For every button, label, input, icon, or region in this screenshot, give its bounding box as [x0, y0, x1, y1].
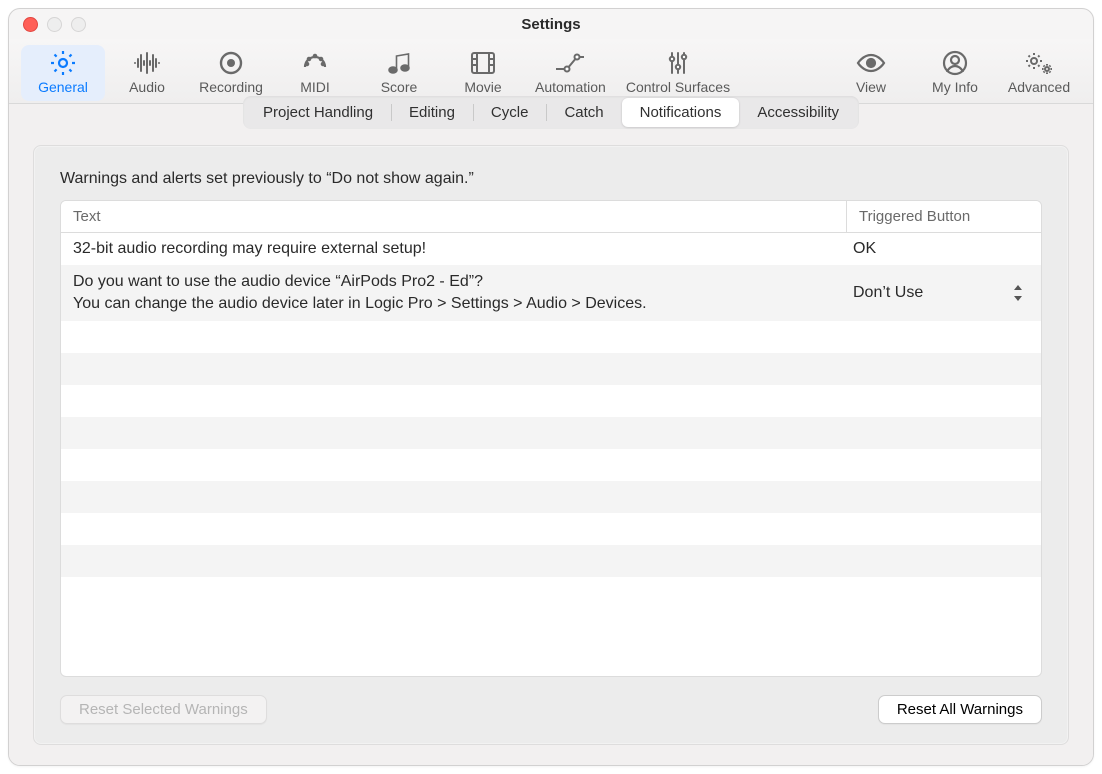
zoom-window-button[interactable] — [71, 17, 86, 32]
table-row — [61, 353, 1041, 385]
toolbar-item-label: Advanced — [1008, 79, 1070, 95]
general-subtabs: Project Handling Editing Cycle Catch Not… — [243, 96, 859, 129]
toolbar-item-general[interactable]: General — [21, 45, 105, 101]
waveform-icon — [130, 49, 164, 77]
toolbar-item-recording[interactable]: Recording — [189, 45, 273, 101]
table-row[interactable]: 32-bit audio recording may require exter… — [61, 233, 1041, 265]
toolbar-item-midi[interactable]: MIDI — [273, 45, 357, 101]
toolbar-item-label: Automation — [535, 79, 606, 95]
window-controls — [23, 17, 86, 32]
subtab-editing[interactable]: Editing — [391, 98, 473, 127]
toolbar-item-label: MIDI — [300, 79, 330, 95]
automation-icon — [553, 49, 587, 77]
toolbar-item-label: General — [38, 79, 88, 95]
double-gear-icon — [1022, 49, 1056, 77]
table-row — [61, 545, 1041, 577]
midi-icon — [298, 49, 332, 77]
gear-icon — [46, 49, 80, 77]
film-icon — [466, 49, 500, 77]
reset-selected-warnings-button[interactable]: Reset Selected Warnings — [60, 695, 267, 724]
titlebar: Settings — [9, 9, 1093, 39]
panel-description: Warnings and alerts set previously to “D… — [60, 170, 1042, 188]
triggered-button-cell: OK — [841, 235, 1041, 263]
subtab-cycle[interactable]: Cycle — [473, 98, 547, 127]
triggered-button-value: OK — [853, 240, 876, 258]
table-row — [61, 417, 1041, 449]
table-row — [61, 321, 1041, 353]
table-row[interactable]: Do you want to use the audio device “Air… — [61, 265, 1041, 321]
toolbar-item-label: Score — [381, 79, 418, 95]
music-note-icon — [382, 49, 416, 77]
sliders-icon — [661, 49, 695, 77]
toolbar-item-label: My Info — [932, 79, 978, 95]
toolbar-item-score[interactable]: Score — [357, 45, 441, 101]
table-row — [61, 449, 1041, 481]
triggered-button-popup[interactable]: Don’t Use — [841, 279, 1041, 307]
close-window-button[interactable] — [23, 17, 38, 32]
table-row — [61, 513, 1041, 545]
toolbar-item-label: Audio — [129, 79, 165, 95]
subtab-project-handling[interactable]: Project Handling — [245, 98, 391, 127]
toolbar-item-automation[interactable]: Automation — [525, 45, 616, 101]
table-row — [61, 385, 1041, 417]
settings-window: Settings General Audio — [8, 8, 1094, 766]
toolbar-item-movie[interactable]: Movie — [441, 45, 525, 101]
reset-all-warnings-button[interactable]: Reset All Warnings — [878, 695, 1042, 724]
subtab-accessibility[interactable]: Accessibility — [739, 98, 857, 127]
suppressed-warnings-table[interactable]: Text Triggered Button 32-bit audio recor… — [60, 200, 1042, 677]
toolbar-item-label: Recording — [199, 79, 263, 95]
toolbar-item-my-info[interactable]: My Info — [913, 45, 997, 101]
panel-buttons: Reset Selected Warnings Reset All Warnin… — [60, 695, 1042, 724]
column-header-triggered-button[interactable]: Triggered Button — [846, 201, 1041, 232]
warning-text: 32-bit audio recording may require exter… — [61, 233, 841, 265]
toolbar-item-control-surfaces[interactable]: Control Surfaces — [616, 45, 740, 101]
minimize-window-button[interactable] — [47, 17, 62, 32]
preferences-body: Project Handling Editing Cycle Catch Not… — [9, 104, 1093, 765]
triggered-button-value: Don’t Use — [853, 284, 923, 302]
table-body: 32-bit audio recording may require exter… — [61, 233, 1041, 676]
user-icon — [938, 49, 972, 77]
column-header-text[interactable]: Text — [61, 201, 846, 232]
eye-icon — [854, 49, 888, 77]
toolbar-item-view[interactable]: View — [829, 45, 913, 101]
toolbar-item-advanced[interactable]: Advanced — [997, 45, 1081, 101]
toolbar-item-label: View — [856, 79, 886, 95]
toolbar-item-label: Movie — [464, 79, 501, 95]
subtab-notifications[interactable]: Notifications — [622, 98, 740, 127]
record-icon — [214, 49, 248, 77]
warning-text: Do you want to use the audio device “Air… — [61, 266, 841, 319]
subtab-catch[interactable]: Catch — [546, 98, 621, 127]
notifications-panel: Warnings and alerts set previously to “D… — [33, 145, 1069, 745]
table-header: Text Triggered Button — [61, 201, 1041, 233]
toolbar-item-audio[interactable]: Audio — [105, 45, 189, 101]
toolbar-item-label: Control Surfaces — [626, 79, 730, 95]
table-row — [61, 481, 1041, 513]
preferences-toolbar: General Audio Recording — [9, 39, 1093, 104]
popup-chevron-icon — [1013, 285, 1023, 301]
window-title: Settings — [521, 16, 580, 33]
